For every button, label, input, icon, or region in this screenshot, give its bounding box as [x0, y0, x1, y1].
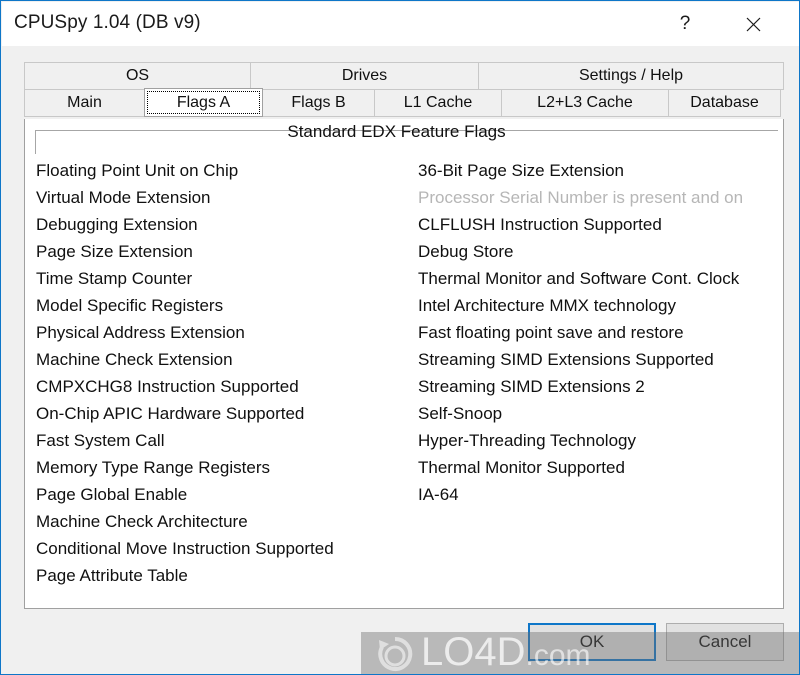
tab-label: Database [690, 94, 759, 111]
tab-label: L2+L3 Cache [537, 94, 633, 111]
feature-flag-item: Thermal Monitor Supported [418, 458, 625, 477]
tab-label: Main [67, 94, 102, 111]
tab-l2-l3-cache[interactable]: L2+L3 Cache [501, 89, 669, 117]
tab-row-secondary: Main Flags A Flags B L1 Cache L2+L3 Cache Dat… [24, 88, 784, 117]
feature-flag-item: Machine Check Architecture [36, 512, 248, 531]
tab-label: Flags A [176, 93, 231, 111]
feature-flag-item: Page Size Extension [36, 242, 193, 261]
ok-button[interactable]: OK [528, 623, 656, 661]
feature-flag-item: Page Global Enable [36, 485, 188, 504]
close-icon [746, 17, 760, 31]
feature-flag-item: Page Attribute Table [36, 566, 188, 585]
window-title: CPUSpy 1.04 (DB v9) [14, 12, 201, 33]
feature-flag-item: Processor Serial Number is present and o… [418, 188, 744, 207]
tab-label: Settings / Help [578, 67, 684, 84]
tab-label: Flags B [291, 94, 346, 111]
feature-flag-item: Debug Store [418, 242, 514, 261]
feature-flag-item: Machine Check Extension [36, 350, 233, 369]
tab-settings-help[interactable]: Settings / Help [478, 62, 784, 90]
feature-flag-item: Streaming SIMD Extensions Supported [418, 350, 714, 369]
feature-flag-item: Floating Point Unit on Chip [36, 161, 239, 180]
tab-drives[interactable]: Drives [250, 62, 479, 90]
tab-l1-cache[interactable]: L1 Cache [374, 89, 502, 117]
cpuspy-window: CPUSpy 1.04 (DB v9) ? OS Drives Settings /… [0, 0, 800, 675]
cancel-button[interactable]: Cancel [666, 623, 784, 661]
tab-os[interactable]: OS [24, 62, 251, 90]
ok-button-label: OK [579, 632, 605, 651]
feature-flag-item: Self-Snoop [418, 404, 503, 423]
feature-flag-item: Hyper-Threading Technology [418, 431, 636, 450]
feature-flag-item: Model Specific Registers [36, 296, 224, 315]
tab-label: L1 Cache [403, 94, 473, 111]
feature-flag-item: Physical Address Extension [36, 323, 245, 342]
feature-flag-item: On-Chip APIC Hardware Supported [36, 404, 305, 423]
feature-flag-item: Fast floating point save and restore [418, 323, 684, 342]
feature-flag-item: IA-64 [418, 485, 459, 504]
tab-content-panel: Standard EDX Feature Flags Floating Poin… [24, 119, 784, 609]
feature-flag-item: Time Stamp Counter [36, 269, 193, 288]
feature-flag-item: Memory Type Range Registers [36, 458, 271, 477]
tab-strip: OS Drives Settings / Help Main Flags A Flags… [24, 62, 784, 117]
tab-row-primary: OS Drives Settings / Help [24, 62, 784, 90]
groupbox-title: Standard EDX Feature Flags [287, 122, 506, 141]
feature-flag-item: Thermal Monitor and Software Cont. Clock [418, 269, 740, 288]
feature-flag-item: Intel Architecture MMX technology [418, 296, 676, 315]
tab-label: Drives [341, 67, 388, 84]
feature-flag-item: Virtual Mode Extension [36, 188, 211, 207]
feature-flag-item: 36-Bit Page Size Extension [418, 161, 625, 180]
feature-flags-left-column: Floating Point Unit on Chip Virtual Mode … [36, 157, 416, 589]
feature-flag-item: Conditional Move Instruction Supported [36, 539, 334, 558]
feature-flag-item: CMPXCHG8 Instruction Supported [36, 377, 299, 396]
refresh-circle-icon [378, 636, 413, 671]
feature-flag-item: Streaming SIMD Extensions 2 [418, 377, 645, 396]
close-button[interactable] [730, 2, 776, 46]
feature-flag-item: CLFLUSH Instruction Supported [418, 215, 662, 234]
feature-flag-item: Fast System Call [36, 431, 165, 450]
feature-flag-item: Debugging Extension [36, 215, 198, 234]
title-bar: CPUSpy 1.04 (DB v9) ? [2, 2, 799, 46]
tab-label: OS [125, 67, 150, 84]
tab-database[interactable]: Database [668, 89, 781, 117]
help-button[interactable]: ? [662, 2, 708, 46]
question-mark-icon: ? [679, 13, 691, 34]
tab-flags-b[interactable]: Flags B [262, 89, 375, 117]
feature-flags-right-column: 36-Bit Page Size Extension Processor Seri… [418, 157, 783, 508]
tab-main[interactable]: Main [24, 89, 145, 117]
tab-flags-a[interactable]: Flags A [144, 88, 263, 117]
watermark-name: LO4D [421, 632, 526, 674]
cancel-button-label: Cancel [698, 632, 752, 651]
